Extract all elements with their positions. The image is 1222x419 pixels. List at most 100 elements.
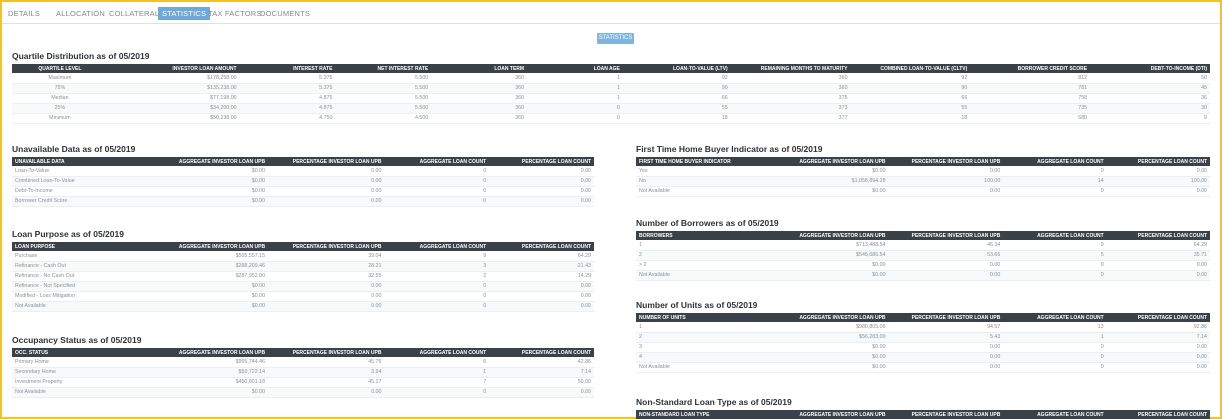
table-cell: 0.00 xyxy=(888,362,1004,373)
table-cell: 5.375 xyxy=(239,83,336,94)
table-cell: $0.00 xyxy=(762,166,889,177)
table-cell: $50,722.14 xyxy=(140,367,269,378)
column-header[interactable]: PERCENTAGE LOAN COUNT xyxy=(1106,313,1210,322)
table-cell: 0 xyxy=(1003,186,1107,197)
column-header[interactable]: PERCENTAGE INVESTOR LOAN UPB xyxy=(268,157,385,166)
table-cell: 0.00 xyxy=(1106,166,1210,177)
column-header[interactable]: FIRST TIME HOME BUYER INDICATOR xyxy=(636,157,763,166)
column-header[interactable]: DEBT-TO-INCOME (DTI) xyxy=(1090,64,1210,73)
table-header-row: NON-STANDARD LOAN TYPE AGGREGATE INVESTOR… xyxy=(636,410,1210,419)
tab-collateral[interactable]: COLLATERAL xyxy=(109,9,159,18)
column-header[interactable]: AGGREGATE INVESTOR LOAN UPB xyxy=(762,157,889,166)
table-cell: Loan-To-Value xyxy=(12,166,141,177)
borrowers-table: BORROWERS AGGREGATE INVESTOR LOAN UPB PERC… xyxy=(636,231,1210,281)
table-cell: 360 xyxy=(730,83,851,94)
column-header[interactable]: AGGREGATE INVESTOR LOAN UPB xyxy=(762,313,889,322)
column-header[interactable]: PERCENTAGE LOAN COUNT xyxy=(489,157,594,166)
column-header[interactable]: AGGREGATE INVESTOR LOAN UPB xyxy=(762,410,889,419)
column-header[interactable]: LOAN-TO-VALUE (LTV) xyxy=(622,64,731,73)
table-cell: 46.34 xyxy=(888,240,1004,251)
column-header[interactable]: BORROWERS xyxy=(636,231,763,240)
table-cell: 18 xyxy=(622,113,731,124)
column-header[interactable]: OCC. STATUS xyxy=(12,348,141,357)
column-header[interactable]: AGGREGATE INVESTOR LOAN UPB xyxy=(140,242,269,251)
column-header[interactable]: AGGREGATE LOAN COUNT xyxy=(1003,157,1107,166)
table-row: 1 $713,488.54 46.34 9 64.29 xyxy=(636,240,1210,251)
table-cell: $0.00 xyxy=(762,342,889,353)
column-header[interactable]: AGGREGATE INVESTOR LOAN UPB xyxy=(140,348,269,357)
table-cell: 4 xyxy=(636,352,763,363)
column-header[interactable]: INVESTOR LOAN AMOUNT xyxy=(107,64,240,73)
table-row: Minimum $50,238.00 4.750 4.500 360 0 18 377 18 68… xyxy=(12,113,1210,124)
table-cell: 0 xyxy=(1003,260,1107,271)
column-header[interactable]: PERCENTAGE LOAN COUNT xyxy=(1106,410,1210,419)
tab-tax-factors[interactable]: TAX FACTORS xyxy=(208,9,262,18)
column-header[interactable]: PERCENTAGE INVESTOR LOAN UPB xyxy=(268,348,385,357)
table-header-row: FIRST TIME HOME BUYER INDICATOR AGGREGATE… xyxy=(636,157,1210,166)
column-header[interactable]: PERCENTAGE LOAN COUNT xyxy=(1106,157,1210,166)
table-cell: 360 xyxy=(431,73,528,84)
column-header[interactable]: AGGREGATE LOAN COUNT xyxy=(384,242,490,251)
table-cell: 66 xyxy=(622,93,731,104)
column-header[interactable]: LOAN AGE xyxy=(527,64,623,73)
table-row: Modified - Loss Mitigation $0.00 0.00 0 0.00 xyxy=(12,291,594,302)
table-cell: 0.00 xyxy=(888,342,1004,353)
table-cell: 75% xyxy=(12,83,108,94)
column-header[interactable]: PERCENTAGE INVESTOR LOAN UPB xyxy=(268,242,385,251)
table-row: Combined Loan-To-Value $0.00 0.00 0 0.00 xyxy=(12,176,594,187)
column-header[interactable]: PERCENTAGE INVESTOR LOAN UPB xyxy=(888,231,1004,240)
column-header[interactable]: PERCENTAGE INVESTOR LOAN UPB xyxy=(888,313,1004,322)
column-header[interactable]: AGGREGATE INVESTOR LOAN UPB xyxy=(140,157,269,166)
column-header[interactable]: NON-STANDARD LOAN TYPE xyxy=(636,410,763,419)
column-header[interactable]: AGGREGATE LOAN COUNT xyxy=(1003,313,1107,322)
table-cell: 735 xyxy=(970,103,1091,114)
table-cell: 3 xyxy=(636,342,763,353)
table-cell: 0 xyxy=(384,176,490,187)
tab-documents[interactable]: DOCUMENTS xyxy=(260,9,310,18)
table-cell: 0 xyxy=(1003,270,1107,281)
table-cell: Refinance - Not Specified xyxy=(12,281,141,292)
column-header[interactable]: PERCENTAGE LOAN COUNT xyxy=(489,348,594,357)
table-cell: Not Available xyxy=(12,387,141,398)
table-cell: 0.00 xyxy=(268,166,385,177)
table-cell: 0.00 xyxy=(268,196,385,207)
occupancy-table: OCC. STATUS AGGREGATE INVESTOR LOAN UPB PE… xyxy=(12,348,594,398)
table-row: Debt-To-Income $0.00 0.00 0 0.00 xyxy=(12,186,594,197)
table-cell: $0.00 xyxy=(140,301,269,312)
column-header[interactable]: AGGREGATE INVESTOR LOAN UPB xyxy=(762,231,889,240)
table-cell: 7 xyxy=(384,377,490,388)
column-header[interactable]: COMBINED LOAN-TO-VALUE (CLTV) xyxy=(850,64,971,73)
column-header[interactable]: NUMBER OF UNITS xyxy=(636,313,763,322)
column-header[interactable]: AGGREGATE LOAN COUNT xyxy=(1003,410,1107,419)
column-header[interactable]: REMAINING MONTHS TO MATURITY xyxy=(730,64,851,73)
table-cell: Secondary Home xyxy=(12,367,141,378)
column-header[interactable]: AGGREGATE LOAN COUNT xyxy=(384,157,490,166)
column-header[interactable]: LOAN PURPOSE xyxy=(12,242,141,251)
column-header[interactable]: QUARTILE LEVEL xyxy=(12,64,108,73)
tab-details[interactable]: DETAILS xyxy=(8,9,40,18)
column-header[interactable]: NET INTEREST RATE xyxy=(335,64,432,73)
column-header[interactable]: BORROWER CREDIT SCORE xyxy=(970,64,1091,73)
table-cell: 0.00 xyxy=(1106,260,1210,271)
column-header[interactable]: PERCENTAGE INVESTOR LOAN UPB xyxy=(888,157,1004,166)
column-header[interactable]: AGGREGATE LOAN COUNT xyxy=(384,348,490,357)
table-cell: 9 xyxy=(1090,113,1210,124)
table-row: Borrower Credit Score $0.00 0.00 0 0.00 xyxy=(12,196,594,207)
column-header[interactable]: UNAVAILABLE DATA xyxy=(12,157,141,166)
unavailable-title: Unavailable Data as of 05/2019 xyxy=(12,144,136,154)
non-standard-title: Non-Standard Loan Type as of 05/2019 xyxy=(636,397,792,407)
column-header[interactable]: LOAN TERM xyxy=(431,64,528,73)
table-cell: 1 xyxy=(384,367,490,378)
column-header[interactable]: AGGREGATE LOAN COUNT xyxy=(1003,231,1107,240)
table-cell: 66 xyxy=(850,93,971,104)
table-cell: 0 xyxy=(384,291,490,302)
column-header[interactable]: PERCENTAGE INVESTOR LOAN UPB xyxy=(888,410,1004,419)
tab-statistics[interactable]: STATISTICS xyxy=(158,7,211,20)
table-cell: $450,801.18 xyxy=(140,377,269,388)
table-cell: 64.29 xyxy=(1106,240,1210,251)
column-header[interactable]: PERCENTAGE LOAN COUNT xyxy=(1106,231,1210,240)
column-header[interactable]: PERCENTAGE LOAN COUNT xyxy=(489,242,594,251)
tab-allocation[interactable]: ALLOCATION xyxy=(56,9,105,18)
statistics-button[interactable]: STATISTICS xyxy=(597,33,634,44)
column-header[interactable]: INTEREST RATE xyxy=(239,64,336,73)
